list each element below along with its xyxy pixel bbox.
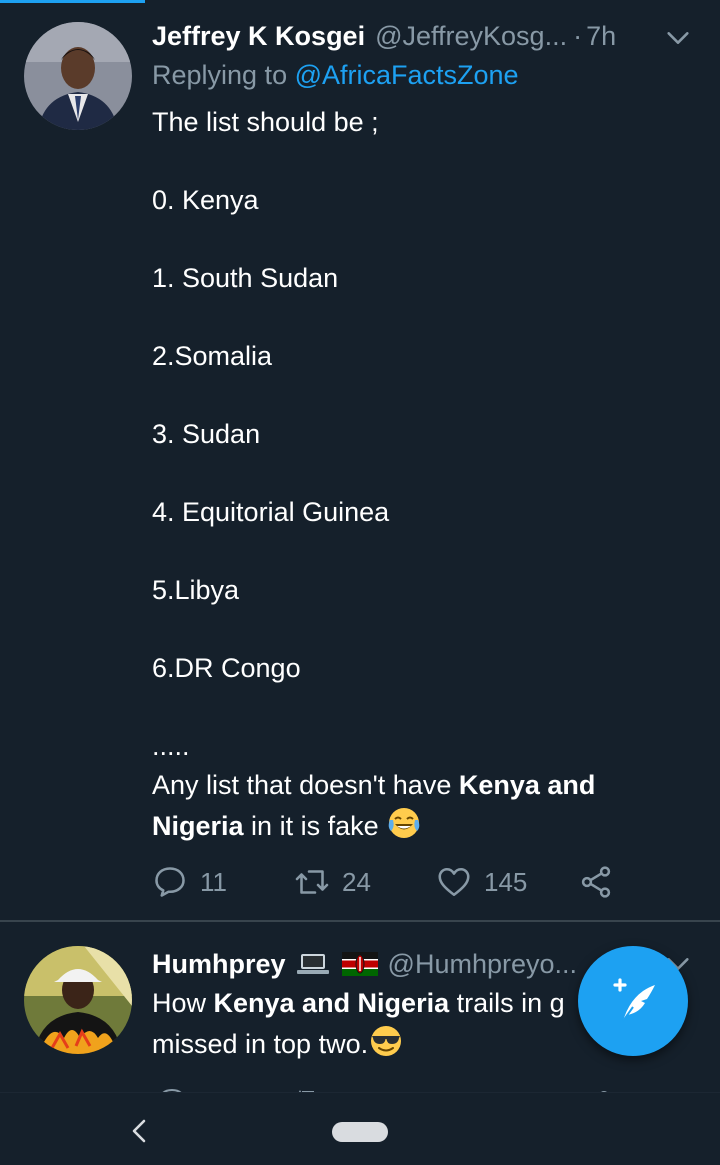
replying-mention-link[interactable]: @AfricaFactsZone bbox=[295, 60, 519, 90]
body-line: 2.Somalia bbox=[152, 341, 273, 371]
body-line: 4. Equitorial Guinea bbox=[152, 497, 390, 527]
separator-dot: · bbox=[573, 20, 583, 51]
system-navigation-bar bbox=[0, 1092, 720, 1165]
tweet-jeffrey[interactable]: Jeffrey K Kosgei @JeffreyKosg... · 7h Re… bbox=[0, 0, 720, 920]
author-name[interactable]: Humhprey bbox=[152, 949, 286, 980]
closing-bold: Kenya and bbox=[458, 770, 596, 800]
retweet-icon bbox=[295, 870, 329, 894]
face-with-tears-of-joy-icon bbox=[388, 808, 420, 838]
share-icon bbox=[581, 866, 611, 898]
body-line: 1. South Sudan bbox=[152, 263, 339, 293]
smiling-face-with-sunglasses-icon bbox=[371, 1026, 402, 1056]
like-count: 145 bbox=[484, 866, 528, 897]
closing-text: Any list that doesn't have bbox=[152, 770, 459, 800]
reply-count: 11 bbox=[200, 866, 227, 897]
reply-button[interactable]: 11 bbox=[152, 860, 227, 904]
author-handle[interactable]: @Humhpreyo... bbox=[388, 949, 577, 980]
share-button[interactable] bbox=[578, 860, 626, 904]
body-text: How bbox=[152, 988, 214, 1018]
chevron-down-icon[interactable] bbox=[664, 24, 692, 52]
kenya-flag-emoji-icon bbox=[341, 952, 378, 976]
avatar-humhprey[interactable] bbox=[24, 946, 132, 1054]
body-line: 3. Sudan bbox=[152, 419, 261, 449]
home-pill-button[interactable] bbox=[332, 1122, 388, 1142]
compose-tweet-button[interactable] bbox=[578, 946, 688, 1056]
tweet-actions-partial bbox=[162, 1088, 607, 1092]
body-text: missed in top two. bbox=[152, 1029, 369, 1059]
body-line: 6.DR Congo bbox=[152, 653, 301, 683]
body-text: trails in g bbox=[449, 988, 565, 1018]
tweet-body: The list should be ; 0. Kenya 1. South S… bbox=[152, 103, 595, 844]
body-line: 5.Libya bbox=[152, 575, 240, 605]
closing-line-1: Any list that doesn't have Kenya and bbox=[152, 766, 595, 805]
replying-to: Replying to @AfricaFactsZone bbox=[152, 60, 519, 91]
closing-line-2: Nigeria in it is fake bbox=[152, 805, 595, 844]
closing-bold: Nigeria bbox=[152, 811, 244, 841]
body-line: The list should be ; bbox=[152, 107, 379, 137]
retweet-button[interactable]: 24 bbox=[294, 860, 371, 904]
tweet-header: Humhprey @Humhpreyo... bbox=[152, 946, 577, 982]
tweet-actions: 11 24 145 bbox=[152, 860, 652, 904]
avatar-jeffrey[interactable] bbox=[24, 22, 132, 130]
body-line: ..... bbox=[152, 731, 190, 761]
author-handle[interactable]: @JeffreyKosg... bbox=[375, 21, 567, 52]
back-chevron-icon[interactable] bbox=[126, 1115, 154, 1147]
body-bold: Kenya and Nigeria bbox=[213, 988, 450, 1018]
closing-text: in it is fake bbox=[243, 811, 387, 841]
tweet-time: 7h bbox=[586, 20, 617, 51]
laptop-emoji-icon bbox=[296, 954, 329, 974]
speech-bubble-icon bbox=[155, 867, 185, 897]
retweet-count: 24 bbox=[342, 866, 371, 897]
replying-prefix: Replying to bbox=[152, 60, 295, 90]
tweet-header: Jeffrey K Kosgei @JeffreyKosg... · 7h bbox=[152, 18, 616, 54]
feather-plus-icon bbox=[613, 978, 655, 1022]
body-line: 0. Kenya bbox=[152, 185, 259, 215]
author-name[interactable]: Jeffrey K Kosgei bbox=[152, 21, 365, 52]
heart-icon bbox=[438, 867, 470, 897]
like-button[interactable]: 145 bbox=[436, 860, 527, 904]
